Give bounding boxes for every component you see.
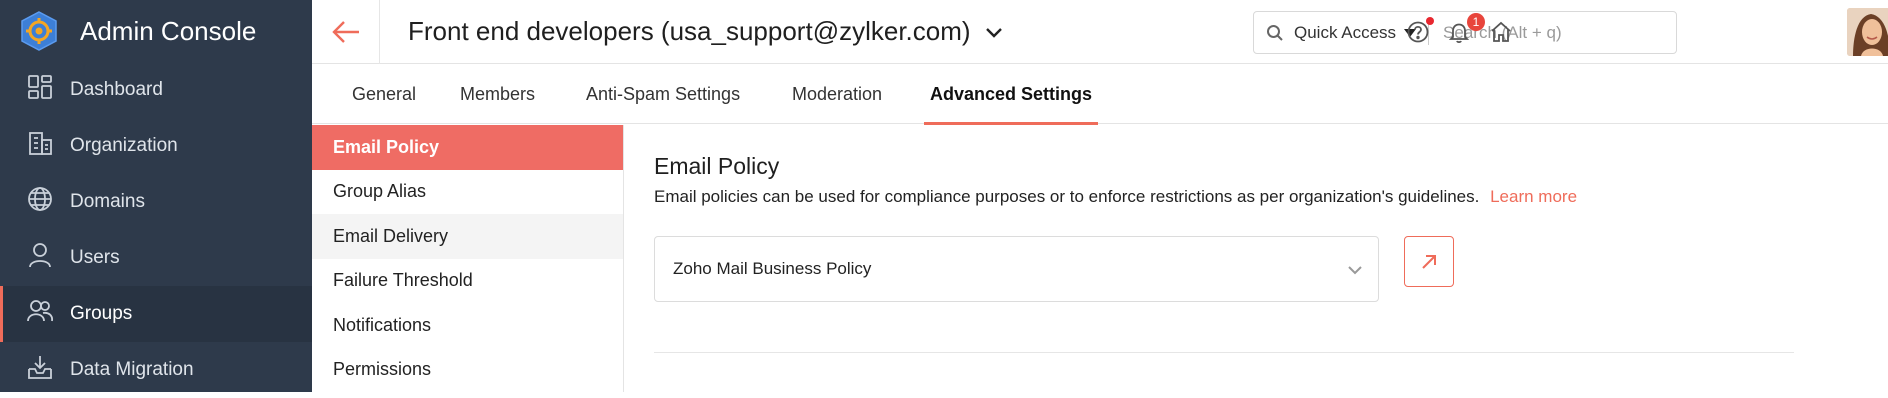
submenu-label: Email Policy xyxy=(333,136,440,157)
selected-policy: Zoho Mail Business Policy xyxy=(673,259,872,278)
help-alert-dot xyxy=(1426,17,1434,25)
tab-members[interactable]: Members xyxy=(454,64,541,124)
groups-icon xyxy=(26,297,54,331)
home-button[interactable] xyxy=(1487,18,1515,46)
sidebar-item-groups[interactable]: Groups xyxy=(0,286,312,342)
quick-access-button[interactable]: Quick Access xyxy=(1254,12,1417,53)
sidebar-item-label: Domains xyxy=(70,191,145,212)
tab-general[interactable]: General xyxy=(346,64,422,124)
external-link-arrow-icon xyxy=(1422,254,1436,269)
sidebar-item-label: Groups xyxy=(70,303,133,324)
sidebar-item-dashboard[interactable]: Dashboard xyxy=(0,62,312,118)
chevron-down-icon xyxy=(1348,266,1362,275)
submenu-label: Failure Threshold xyxy=(333,270,473,291)
tab-anti-spam-settings[interactable]: Anti-Spam Settings xyxy=(580,64,746,124)
arrow-left-icon xyxy=(331,20,359,43)
notifications-button[interactable]: 1 xyxy=(1445,13,1485,46)
tab-label: Members xyxy=(460,83,536,104)
inbox-download-icon xyxy=(26,353,54,387)
organization-icon xyxy=(26,129,54,163)
quick-access-label: Quick Access xyxy=(1294,22,1397,42)
page-title: Front end developers (usa_support@zylker… xyxy=(408,16,971,46)
submenu-item-group-alias[interactable]: Group Alias xyxy=(312,170,623,215)
tab-label: Anti-Spam Settings xyxy=(586,83,741,104)
tab-label: General xyxy=(352,83,417,104)
brand: Admin Console xyxy=(0,0,312,62)
tab-advanced-settings[interactable]: Advanced Settings xyxy=(924,64,1099,125)
submenu-label: Email Delivery xyxy=(333,225,449,246)
submenu-item-notifications[interactable]: Notifications xyxy=(312,303,623,348)
sidebar: Admin Console Dashboard Organization Dom… xyxy=(0,0,312,392)
submenu-item-email-delivery[interactable]: Email Delivery xyxy=(312,214,623,259)
description-text: Email policies can be used for complianc… xyxy=(654,187,1480,206)
section-title: Email Policy xyxy=(654,153,780,179)
search-icon xyxy=(1267,24,1283,41)
sidebar-item-domains[interactable]: Domains xyxy=(0,174,312,230)
globe-icon xyxy=(26,185,54,219)
email-policy-select[interactable]: Zoho Mail Business Policy xyxy=(654,236,1379,302)
sidebar-item-data-migration[interactable]: Data Migration xyxy=(0,342,312,398)
submenu-item-permissions[interactable]: Permissions xyxy=(312,348,623,393)
sidebar-item-label: Organization xyxy=(70,135,178,156)
user-avatar-image xyxy=(1847,8,1888,56)
sidebar-item-label: Data Migration xyxy=(70,359,194,380)
tab-label: Moderation xyxy=(792,83,883,104)
submenu-label: Notifications xyxy=(333,314,432,335)
learn-more-link[interactable]: Learn more xyxy=(1490,187,1577,206)
sidebar-item-organization[interactable]: Organization xyxy=(0,118,312,174)
sidebar-item-users[interactable]: Users xyxy=(0,230,312,286)
back-button[interactable] xyxy=(312,0,380,64)
admin-gear-logo-icon xyxy=(18,10,60,52)
help-button[interactable] xyxy=(1404,17,1434,46)
home-icon xyxy=(1491,21,1511,42)
submenu-label: Permissions xyxy=(333,359,432,380)
tab-label: Advanced Settings xyxy=(930,83,1093,104)
sidebar-item-label: Dashboard xyxy=(70,79,163,100)
sidebar-item-label: Users xyxy=(70,247,120,268)
submenu-item-failure-threshold[interactable]: Failure Threshold xyxy=(312,259,623,304)
tab-moderation[interactable]: Moderation xyxy=(786,64,888,124)
submenu-item-email-policy[interactable]: Email Policy xyxy=(312,125,623,170)
app-title: Admin Console xyxy=(80,15,257,46)
open-policy-button[interactable] xyxy=(1404,236,1454,287)
settings-tabs: General Members Anti-Spam Settings Moder… xyxy=(312,64,1888,125)
top-header: Front end developers (usa_support@zylker… xyxy=(312,0,1888,64)
section-description: Email policies can be used for complianc… xyxy=(654,187,1577,207)
section-divider xyxy=(654,352,1794,353)
advanced-settings-menu: Email Policy Group Alias Email Delivery … xyxy=(312,125,624,392)
user-icon xyxy=(26,241,54,275)
dashboard-icon xyxy=(26,73,54,107)
chevron-down-icon[interactable] xyxy=(983,21,1005,43)
submenu-label: Group Alias xyxy=(333,181,427,202)
notification-count-badge: 1 xyxy=(1467,13,1485,31)
avatar[interactable] xyxy=(1847,8,1888,56)
